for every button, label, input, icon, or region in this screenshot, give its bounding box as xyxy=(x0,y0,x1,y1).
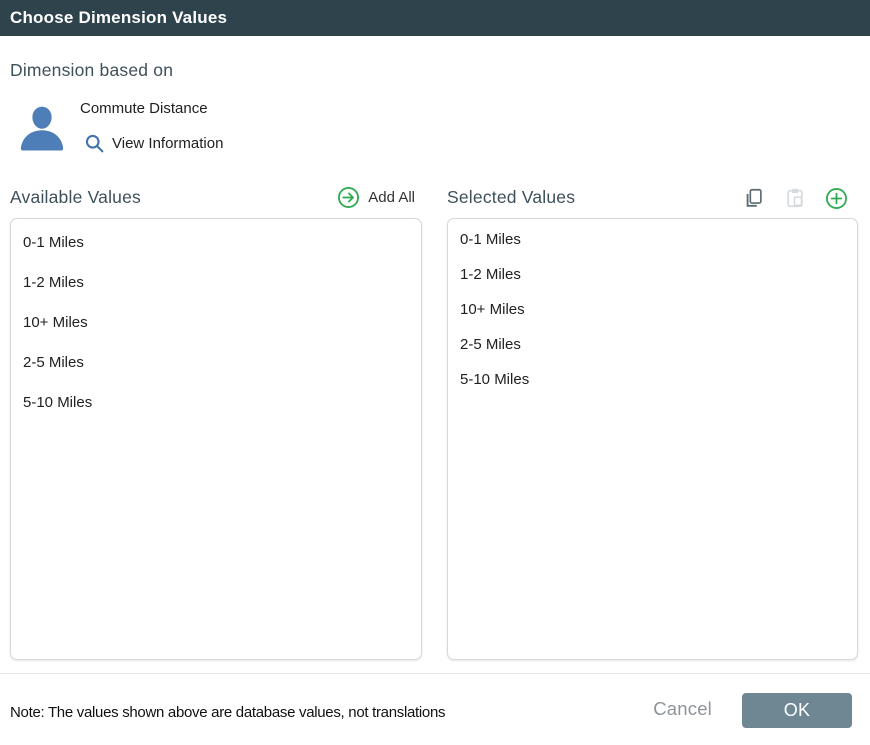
dimension-based-on-label: Dimension based on xyxy=(10,60,173,81)
available-value-item[interactable]: 2-5 Miles xyxy=(11,342,421,382)
choose-dimension-values-dialog: Choose Dimension Values Dimension based … xyxy=(0,0,870,745)
person-icon xyxy=(18,102,66,153)
selected-values-header: Selected Values xyxy=(447,187,575,208)
copy-icon xyxy=(743,187,765,209)
add-all-label: Add All xyxy=(368,189,415,206)
available-values-header: Available Values xyxy=(10,187,141,208)
view-information-button[interactable]: View Information xyxy=(84,132,223,154)
plus-circle-icon xyxy=(825,187,848,210)
cancel-button[interactable]: Cancel xyxy=(653,698,712,720)
footer-divider xyxy=(0,673,870,674)
add-all-button[interactable]: Add All xyxy=(337,185,415,209)
paste-icon xyxy=(784,187,806,209)
available-value-item[interactable]: 1-2 Miles xyxy=(11,262,421,302)
selected-values-actions xyxy=(743,186,847,210)
selected-value-item[interactable]: 5-10 Miles xyxy=(448,362,857,397)
available-value-item[interactable]: 0-1 Miles xyxy=(11,222,421,262)
available-values-list[interactable]: 0-1 Miles 1-2 Miles 10+ Miles 2-5 Miles … xyxy=(10,218,422,660)
available-value-item[interactable]: 10+ Miles xyxy=(11,302,421,342)
available-value-item[interactable]: 5-10 Miles xyxy=(11,382,421,422)
view-information-label: View Information xyxy=(112,135,223,152)
selected-value-item[interactable]: 0-1 Miles xyxy=(448,222,857,257)
dialog-title-bar: Choose Dimension Values xyxy=(0,0,870,36)
paste-button xyxy=(784,187,806,209)
selected-value-item[interactable]: 2-5 Miles xyxy=(448,327,857,362)
dimension-name: Commute Distance xyxy=(80,100,208,117)
dialog-title: Choose Dimension Values xyxy=(10,8,227,28)
selected-values-list[interactable]: 0-1 Miles 1-2 Miles 10+ Miles 2-5 Miles … xyxy=(447,218,858,660)
selected-value-item[interactable]: 1-2 Miles xyxy=(448,257,857,292)
search-icon xyxy=(84,133,105,154)
ok-button[interactable]: OK xyxy=(742,693,852,728)
footer-note: Note: The values shown above are databas… xyxy=(10,704,445,721)
add-value-button[interactable] xyxy=(825,187,847,209)
selected-value-item[interactable]: 10+ Miles xyxy=(448,292,857,327)
copy-button[interactable] xyxy=(743,187,765,209)
arrow-right-circle-icon xyxy=(337,186,360,209)
